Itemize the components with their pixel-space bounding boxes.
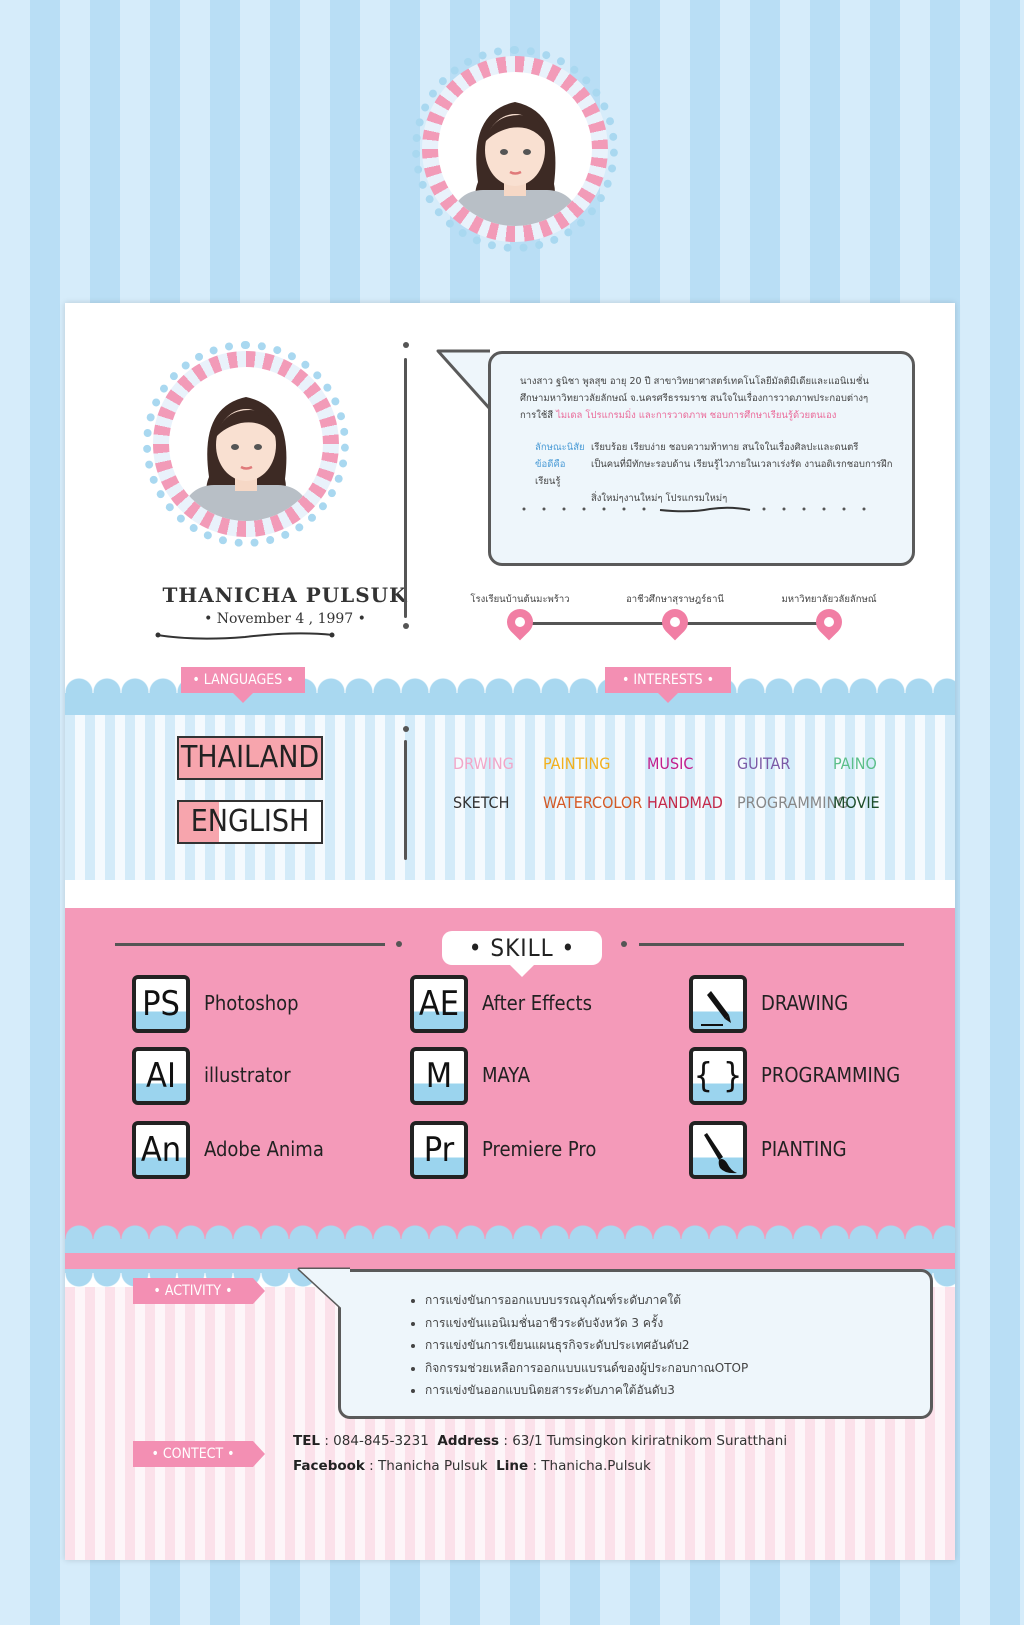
divider-dot [403,342,409,348]
skill-label: Adobe Anima [204,1137,324,1161]
skill-line-left [115,943,385,946]
location-pin-icon [656,603,694,641]
activity-item: กิจกรรมช่วยเหลือการออกแบบแบรนด์ของผู้ประ… [425,1357,748,1380]
vertical-divider [404,358,407,618]
activity-tag: • ACTIVITY • [133,1278,265,1304]
activity-item: การแข่งขันออกแบบนิตยสารระดับภาคใต้อันดับ… [425,1379,748,1402]
skill-label: MAYA [482,1063,531,1087]
activity-item: การแข่งขันการออกแบบบรรณจุภัณฑ์ระดับภาคใต… [425,1289,748,1312]
skill-icon: PS [132,975,190,1033]
profile-name: THANICHA PULSUK [162,583,408,607]
interest-item: GUITAR [737,754,791,773]
interest-item: PAINTING [543,754,611,773]
about-traits: ลักษณะนิสัย เรียบร้อย เรียบง่าย ชอบความท้… [535,442,893,504]
education-label-3: มหาวิทยาลัยวลัยลักษณ์ [781,594,877,605]
interests-tag: • INTERESTS • [605,667,731,703]
skill-icon: Pr [410,1121,468,1179]
skill-label: PROGRAMMING [761,1063,901,1087]
bubble-tail [436,349,492,411]
interest-item: SKETCH [453,793,510,812]
divider-dot [403,726,409,732]
profile-avatar [143,341,349,547]
bubble-dots [522,506,866,513]
education-label-2: อาชีวศึกษาสุราษฎร์ธานี [626,594,724,605]
pen-icon [689,975,747,1033]
skill-label: illustrator [204,1063,291,1087]
brush-icon [689,1121,747,1179]
location-pin-icon [501,603,539,641]
interest-item: HANDMAD [647,793,723,812]
education-label-1: โรงเรียนบ้านต้นมะพร้าว [470,594,570,605]
skill-icon: M [410,1047,468,1105]
top-avatar [412,46,618,252]
interest-item: PROGRAMMING [737,793,849,812]
profile-dob: • November 4 , 1997 • [204,611,366,627]
skill-icon: An [132,1121,190,1179]
resume-card: THANICHA PULSUK • November 4 , 1997 • นา… [65,303,955,1560]
interest-item: DRWING [453,754,514,773]
portrait-illustration [184,397,308,521]
skill-icon: AE [410,975,468,1033]
activity-item: การแข่งขันแอนิเมชั่นอาชีวระดับจังหวัด 3 … [425,1312,748,1335]
location-pin-icon [810,603,848,641]
languages-tag: • LANGUAGES • [181,667,305,703]
portrait-illustration [453,102,577,226]
divider-dot [403,623,409,629]
about-text: นางสาว ฐนิชา พูลสุข อายุ 20 ปี สาขาวิทยา… [520,376,869,421]
language-english: ENGLISH [177,800,323,844]
decorative-swash [155,632,335,640]
interest-item: MOVIE [833,793,880,812]
contact-line-1: TEL : 084-845-3231 Address : 63/1 Tumsin… [293,1433,788,1449]
language-thailand: THAILAND [177,736,323,780]
activity-item: การแข่งขันการเขียนแผนธุรกิจระดับประเทศอั… [425,1334,748,1357]
activity-list: การแข่งขันการออกแบบบรรณจุภัณฑ์ระดับภาคใต… [425,1289,748,1402]
skill-label: Photoshop [204,991,299,1015]
skill-line-right [639,943,904,946]
contact-line-2: Facebook : Thanicha Pulsuk Line : Thanic… [293,1458,651,1474]
skill-label: Premiere Pro [482,1137,597,1161]
vertical-divider [404,740,407,860]
skill-label: DRAWING [761,991,849,1015]
interest-item: MUSIC [647,754,694,773]
interest-item: PAINO [833,754,877,773]
skill-icon: { } [689,1047,747,1105]
contact-tag: • CONTECT • [133,1441,265,1467]
skill-label: After Effects [482,991,592,1015]
skill-label: PIANTING [761,1137,847,1161]
skill-icon: AI [132,1047,190,1105]
skill-tag: • SKILL • [442,931,602,977]
interest-item: WATERCOLOR [543,793,643,812]
